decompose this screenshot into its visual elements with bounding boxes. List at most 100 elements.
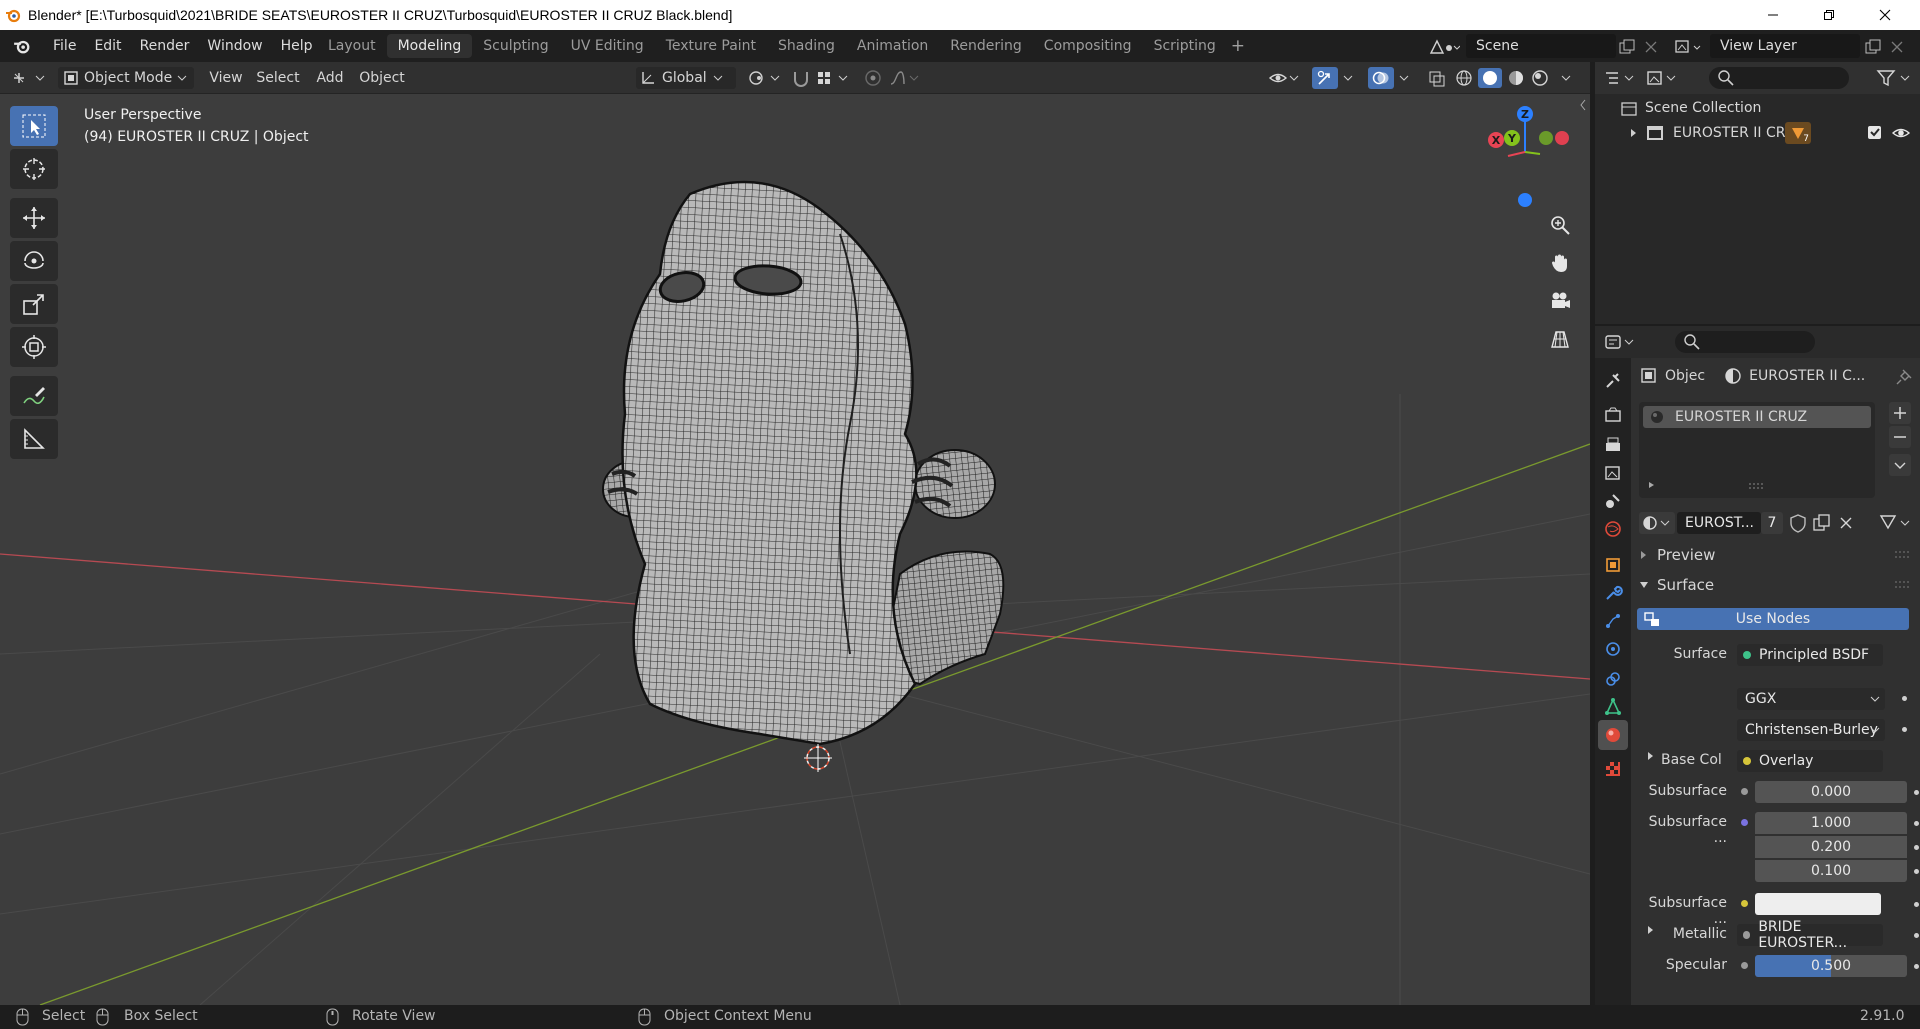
keyframe-dot-icon[interactable] [1902, 727, 1907, 732]
tab-sculpting[interactable]: Sculpting [472, 34, 559, 58]
delete-view-layer-icon[interactable] [1888, 38, 1906, 56]
drag-handle-icon[interactable] [1893, 550, 1913, 560]
cursor-tool[interactable] [10, 149, 58, 189]
subsurface-radius-y[interactable]: 0.200 [1755, 836, 1907, 858]
keyframe-dot-icon[interactable] [1902, 696, 1907, 701]
tab-modeling[interactable]: Modeling [386, 34, 473, 58]
tab-texture-paint[interactable]: Texture Paint [655, 34, 767, 58]
zoom-icon[interactable] [1545, 210, 1575, 240]
tab-animation[interactable]: Animation [846, 34, 939, 58]
tab-scripting[interactable]: Scripting [1143, 34, 1227, 58]
outliner-item[interactable]: EUROSTER II CRUZ 7 [1595, 121, 1920, 145]
exclude-checkbox[interactable] [1867, 125, 1883, 141]
unlink-material-icon[interactable] [1835, 512, 1857, 534]
material-slot-item[interactable]: EUROSTER II CRUZ [1643, 406, 1871, 428]
surface-shader-field[interactable]: Principled BSDF [1737, 644, 1883, 666]
menu-view[interactable]: View [206, 67, 246, 89]
tab-object[interactable] [1598, 550, 1628, 580]
tab-output[interactable] [1598, 430, 1628, 460]
add-workspace-icon[interactable]: + [1227, 34, 1249, 58]
chevron-down-icon[interactable] [1396, 67, 1414, 89]
scene-type-icon[interactable] [1428, 38, 1460, 56]
menu-render[interactable]: Render [131, 30, 199, 62]
scene-selector[interactable]: Scene [1466, 34, 1616, 58]
expand-arrow-icon[interactable] [1645, 750, 1657, 762]
xray-toggle-icon[interactable] [1426, 67, 1450, 89]
tab-uv-editing[interactable]: UV Editing [560, 34, 655, 58]
menu-file[interactable]: File [44, 30, 85, 62]
subsurface-value-field[interactable]: 0.000 [1755, 781, 1907, 803]
filter-icon[interactable] [1875, 68, 1915, 88]
camera-view-icon[interactable] [1545, 286, 1575, 316]
tab-render[interactable] [1598, 400, 1628, 430]
tab-compositing[interactable]: Compositing [1033, 34, 1143, 58]
view-layer-selector[interactable]: View Layer [1710, 34, 1860, 58]
expand-arrow-icon[interactable] [1645, 924, 1657, 936]
slot-link-dropdown[interactable] [1877, 512, 1915, 534]
properties-search-input[interactable] [1675, 331, 1815, 353]
view-layer-icon[interactable] [1674, 38, 1706, 56]
keyframe-dot-icon[interactable] [1914, 821, 1919, 826]
keyframe-dot-icon[interactable] [1914, 902, 1919, 907]
menu-object[interactable]: Object [356, 67, 408, 89]
select-box-tool[interactable] [10, 106, 58, 146]
proportional-edit-icon[interactable] [862, 67, 884, 89]
tab-particles[interactable] [1598, 606, 1628, 636]
tab-physics[interactable] [1598, 634, 1628, 664]
resize-handle-icon[interactable] [1747, 482, 1767, 490]
metallic-field[interactable]: BRIDE EUROSTER... [1737, 919, 1883, 951]
specular-slider[interactable]: 0.500 [1755, 955, 1907, 977]
outliner-scene-collection[interactable]: Scene Collection [1595, 96, 1920, 120]
pivot-point-icon[interactable] [746, 67, 786, 89]
outliner-search-input[interactable] [1709, 67, 1849, 89]
snap-target-icon[interactable] [814, 67, 854, 89]
menu-edit[interactable]: Edit [85, 30, 130, 62]
rotate-tool[interactable] [10, 241, 58, 281]
transform-tool[interactable] [10, 327, 58, 367]
move-tool[interactable] [10, 198, 58, 238]
keyframe-dot-icon[interactable] [1914, 869, 1919, 874]
restore-button[interactable] [1806, 0, 1852, 30]
subsurface-radius-x[interactable]: 1.000 [1755, 812, 1907, 834]
tab-texture[interactable] [1598, 754, 1628, 784]
expand-arrow-icon[interactable] [1627, 126, 1641, 140]
slot-specials-button[interactable] [1889, 454, 1911, 476]
duplicate-material-icon[interactable] [1811, 512, 1833, 534]
tab-constraints[interactable] [1598, 664, 1628, 694]
tab-world[interactable] [1598, 514, 1628, 544]
close-button[interactable] [1862, 0, 1908, 30]
drag-handle-icon[interactable] [1893, 580, 1913, 590]
editor-type-icon[interactable] [10, 67, 52, 89]
display-mode-icon[interactable] [1645, 68, 1679, 88]
keyframe-dot-icon[interactable] [1914, 790, 1919, 795]
fake-user-shield-icon[interactable] [1787, 512, 1809, 534]
browse-material-button[interactable] [1639, 512, 1675, 534]
object-mode-dropdown[interactable]: Object Mode [58, 67, 194, 89]
falloff-icon[interactable] [888, 67, 924, 89]
object-count-badge[interactable]: 7 [1785, 122, 1811, 144]
remove-slot-button[interactable] [1889, 426, 1911, 448]
pin-icon[interactable] [1895, 366, 1915, 386]
measure-tool[interactable] [10, 419, 58, 459]
keyframe-dot-icon[interactable] [1914, 845, 1919, 850]
outliner-editor-icon[interactable] [1603, 68, 1637, 88]
menu-help[interactable]: Help [272, 30, 322, 62]
add-slot-button[interactable] [1889, 402, 1911, 424]
menu-window[interactable]: Window [198, 30, 271, 62]
pan-hand-icon[interactable] [1545, 248, 1575, 278]
subsurface-color-swatch[interactable] [1755, 893, 1881, 915]
subsurface-radius-z[interactable]: 0.100 [1755, 860, 1907, 882]
tab-tool[interactable] [1598, 366, 1628, 396]
overlay-toggle-icon[interactable] [1368, 67, 1394, 89]
tab-scene[interactable] [1598, 486, 1628, 516]
surface-panel-header[interactable]: Surface [1631, 572, 1920, 598]
minimize-button[interactable] [1750, 0, 1796, 30]
new-view-layer-icon[interactable] [1864, 38, 1882, 56]
delete-scene-icon[interactable] [1642, 38, 1660, 56]
eye-icon[interactable] [1891, 125, 1911, 141]
distribution-dropdown[interactable]: GGX [1737, 688, 1885, 710]
annotate-tool[interactable] [10, 376, 58, 416]
perspective-toggle-icon[interactable] [1545, 324, 1575, 354]
tab-material[interactable] [1598, 720, 1628, 750]
menu-add[interactable]: Add [310, 67, 350, 89]
